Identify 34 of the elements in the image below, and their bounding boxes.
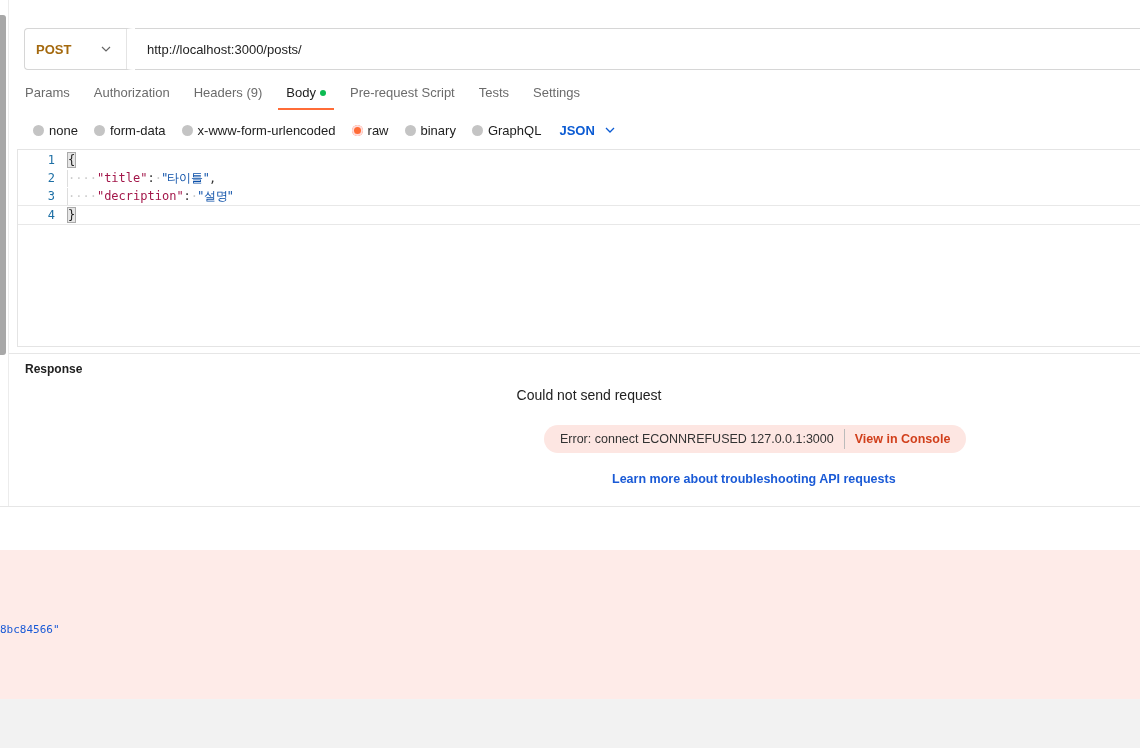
request-tab[interactable]: Tests xyxy=(470,82,518,110)
log-text: 8bc84566" xyxy=(0,623,60,636)
body-type-radio[interactable]: raw xyxy=(351,122,389,138)
body-type-radio[interactable]: none xyxy=(33,122,78,138)
chevron-down-icon xyxy=(604,127,615,133)
format-dropdown[interactable]: JSON xyxy=(557,122,617,138)
body-type-radio[interactable]: form-data xyxy=(93,122,166,138)
code-line: ····"decription":·"설명" xyxy=(67,187,234,205)
scrollbar[interactable] xyxy=(0,15,6,355)
response-heading: Response xyxy=(25,362,84,376)
chevron-down-icon xyxy=(101,46,111,52)
error-message: Could not send request xyxy=(515,387,663,403)
request-tab[interactable]: Settings xyxy=(525,82,589,110)
method-dropdown[interactable]: POST xyxy=(24,28,135,70)
body-type-radio[interactable]: binary xyxy=(404,122,456,138)
line-number: 1 xyxy=(46,153,56,167)
code-line: { xyxy=(67,153,76,167)
error-text: Error: connect ECONNREFUSED 127.0.0.1:3000 xyxy=(560,432,834,446)
request-tab[interactable]: Params xyxy=(17,82,78,110)
code-line: } xyxy=(67,208,76,222)
body-type-radio[interactable]: x-www-form-urlencoded xyxy=(181,122,336,138)
code-line: ····"title":·"타이틀", xyxy=(67,169,217,187)
help-link[interactable]: Learn more about troubleshooting API requests xyxy=(612,472,896,486)
body-type-radio[interactable]: GraphQL xyxy=(471,122,542,138)
url-field[interactable]: http://localhost:3000/posts/ xyxy=(135,28,1140,70)
line-number: 3 xyxy=(46,189,56,203)
code-editor[interactable]: 1 { 2 ····"title":·"타이틀", 3 ····"decription":·"설명" 4 } xyxy=(17,149,1140,347)
request-tab[interactable]: Headers (9) xyxy=(185,82,271,110)
console-link[interactable]: View in Console xyxy=(854,432,951,446)
line-number: 4 xyxy=(46,208,56,222)
request-tab[interactable]: Pre-request Script xyxy=(341,82,463,110)
request-tab[interactable]: Body xyxy=(278,82,334,110)
request-tab[interactable]: Authorization xyxy=(85,82,178,110)
line-number: 2 xyxy=(46,171,56,185)
